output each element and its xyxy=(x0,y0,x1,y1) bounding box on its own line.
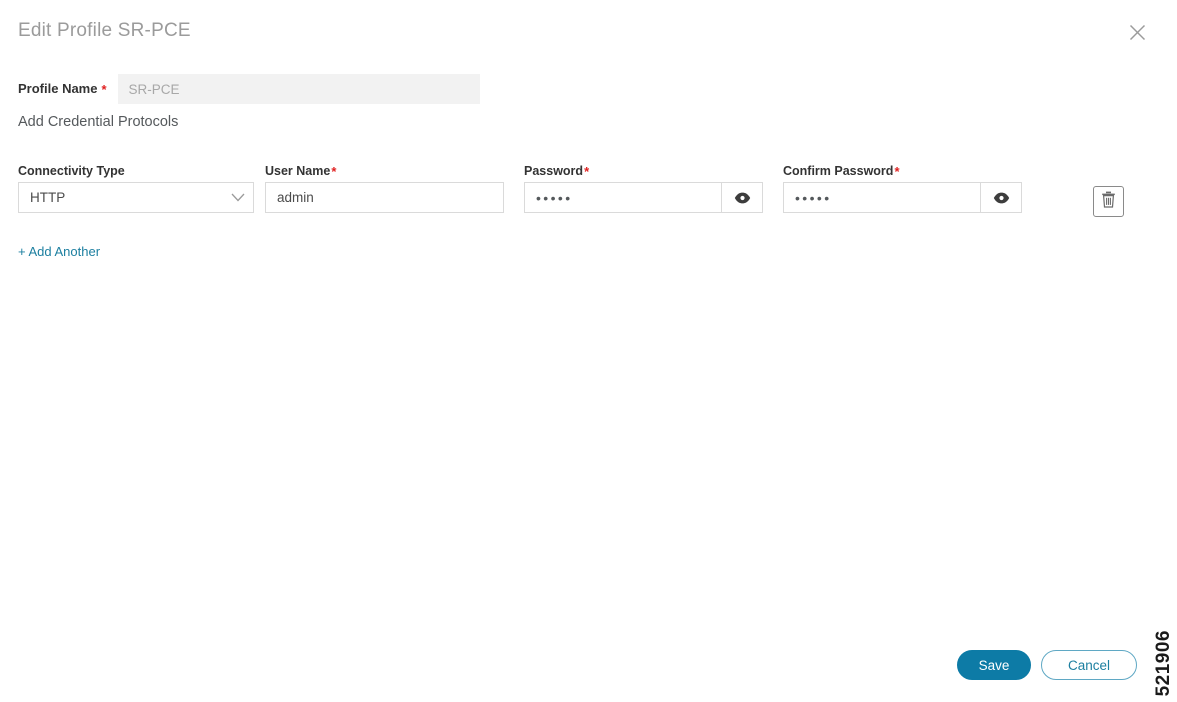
page-title: Edit Profile SR-PCE xyxy=(18,20,191,41)
profile-name-row: Profile Name * SR-PCE xyxy=(18,74,480,104)
save-button[interactable]: Save xyxy=(957,650,1031,680)
confirm-password-label: Confirm Password* xyxy=(783,163,900,179)
profile-name-label-text: Profile Name xyxy=(18,81,98,96)
profile-name-value: SR-PCE xyxy=(128,81,180,97)
required-asterisk: * xyxy=(584,164,590,180)
user-name-label-text: User Name xyxy=(265,164,331,178)
chevron-down-icon[interactable] xyxy=(223,183,253,212)
eye-icon[interactable] xyxy=(980,183,1021,212)
password-value: ••••• xyxy=(536,189,573,206)
cancel-button[interactable]: Cancel xyxy=(1041,650,1137,680)
connectivity-type-select[interactable]: HTTP xyxy=(18,182,254,213)
connectivity-type-value: HTTP xyxy=(30,190,66,205)
eye-icon[interactable] xyxy=(721,183,762,212)
required-asterisk: * xyxy=(331,164,337,180)
profile-name-label: Profile Name * xyxy=(18,74,107,104)
password-input[interactable]: ••••• xyxy=(524,182,763,213)
user-name-value: admin xyxy=(277,190,314,205)
user-name-input[interactable]: admin xyxy=(265,182,504,213)
close-icon[interactable] xyxy=(1125,20,1149,44)
credential-column-headers: Connectivity Type User Name* Password* C… xyxy=(0,163,1177,179)
password-label: Password* xyxy=(524,163,589,179)
user-name-label: User Name* xyxy=(265,163,336,179)
confirm-password-input[interactable]: ••••• xyxy=(783,182,1022,213)
confirm-password-value: ••••• xyxy=(795,189,832,206)
profile-name-input[interactable]: SR-PCE xyxy=(117,74,480,104)
document-watermark: 521906 xyxy=(1153,629,1174,696)
add-another-link[interactable]: + Add Another xyxy=(18,244,100,259)
credential-row: HTTP admin ••••• ••••• xyxy=(0,182,1177,214)
dialog-header: Edit Profile SR-PCE xyxy=(0,0,1177,62)
edit-profile-dialog: Edit Profile SR-PCE Profile Name * SR-PCE… xyxy=(0,0,1177,702)
confirm-password-label-text: Confirm Password xyxy=(783,164,894,178)
connectivity-type-label-text: Connectivity Type xyxy=(18,164,125,178)
dialog-footer: Save Cancel xyxy=(0,650,1177,686)
required-asterisk: * xyxy=(101,82,107,98)
password-label-text: Password xyxy=(524,164,584,178)
connectivity-type-label: Connectivity Type xyxy=(18,163,125,179)
add-credential-protocols-heading: Add Credential Protocols xyxy=(18,114,179,130)
delete-credential-button[interactable] xyxy=(1093,186,1124,217)
required-asterisk: * xyxy=(894,164,900,180)
trash-icon xyxy=(1101,191,1116,213)
